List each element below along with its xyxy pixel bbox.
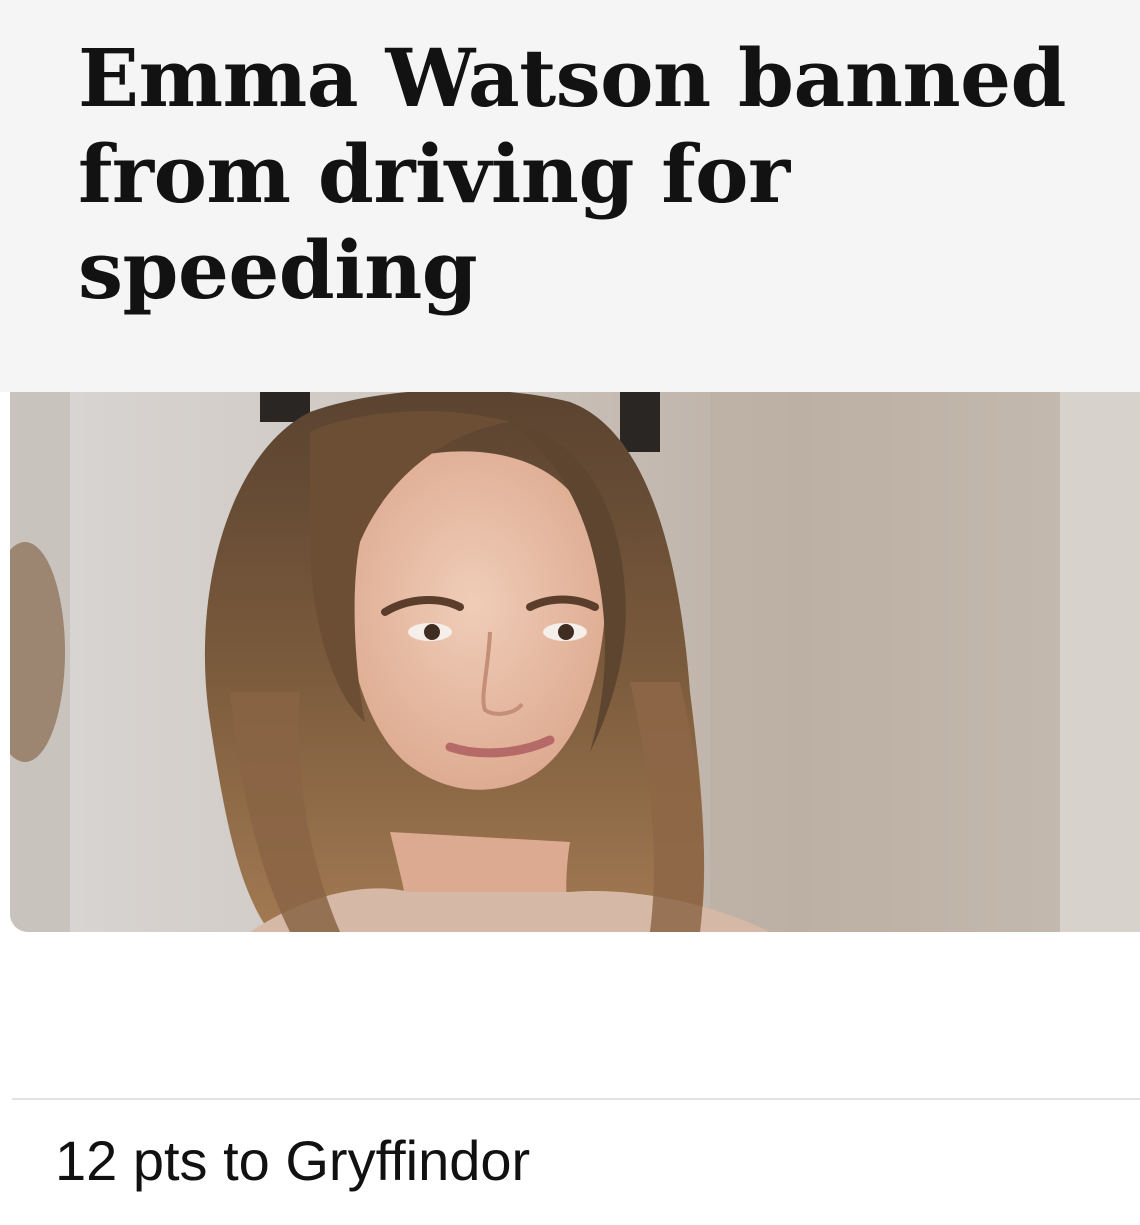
article-photo[interactable] <box>10 392 1140 932</box>
article-headline[interactable]: Emma Watson banned from driving for spee… <box>78 30 1108 318</box>
comment-text: 12 pts to Gryffindor <box>55 1129 531 1192</box>
headline-card[interactable]: Emma Watson banned from driving for spee… <box>0 0 1140 392</box>
divider <box>12 1098 1140 1100</box>
portrait-illustration <box>10 392 1140 932</box>
